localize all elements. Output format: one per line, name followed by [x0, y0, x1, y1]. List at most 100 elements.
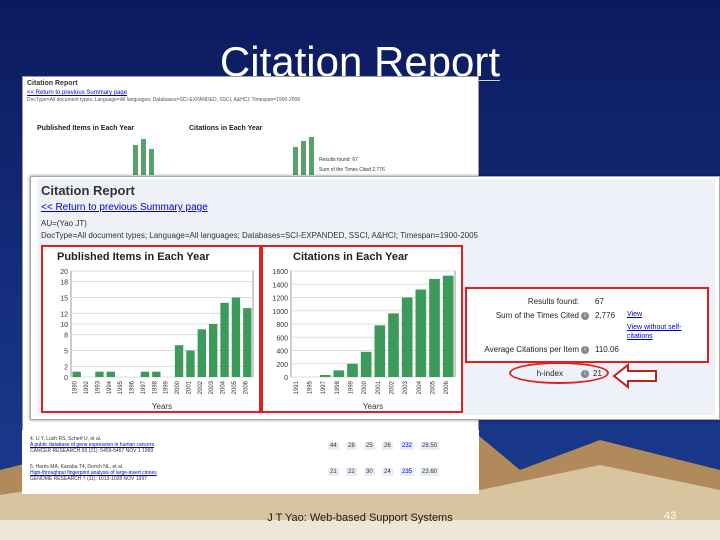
- x-tick-label: 1998: [152, 380, 158, 394]
- bar: [72, 371, 81, 377]
- y-tick-label: 1600: [272, 269, 288, 276]
- y-tick-label: 18: [60, 280, 68, 287]
- published-items-chart: 0 2 5 8 10 12 15 18 20 1990 1992 1993 1994 1995 1996 19…: [60, 269, 254, 411]
- x-tick-label: 2005: [232, 380, 238, 394]
- x-tick-label: 1997: [321, 380, 327, 394]
- info-icon[interactable]: i: [581, 346, 589, 354]
- table-cell: 28: [346, 442, 357, 450]
- x-tick-label: 2006: [444, 380, 450, 394]
- table-cell: 23.60: [420, 468, 440, 476]
- y-tick-label: 2: [64, 364, 68, 371]
- x-tick-label: 2001: [186, 380, 192, 394]
- bg-results-found: Results found: 67: [319, 157, 358, 163]
- published-items-chart-box: Published Items in Each Year 0 2 5 8 10 12 15 1…: [41, 245, 261, 413]
- x-tick-label: 2000: [175, 380, 181, 394]
- citation-stats-panel: Results found: 67 Sum of the Times Cited…: [465, 287, 709, 363]
- bg-report-heading: Citation Report: [27, 80, 78, 87]
- y-tick-label: 800: [276, 322, 288, 329]
- y-tick-label: 8: [64, 333, 68, 340]
- x-tick-label: 2003: [403, 380, 409, 394]
- report-heading: Citation Report: [41, 183, 135, 198]
- x-tick-label: 1999: [349, 380, 355, 394]
- bar: [209, 324, 218, 377]
- y-tick-label: 0: [284, 375, 288, 382]
- bar: [388, 313, 399, 377]
- y-tick-label: 1200: [272, 296, 288, 303]
- bar: [347, 363, 358, 377]
- x-tick-label: 2006: [243, 380, 249, 394]
- x-tick-label: 1992: [84, 380, 90, 394]
- y-tick-label: 12: [60, 311, 68, 318]
- y-tick-label: 1400: [272, 282, 288, 289]
- bar: [106, 371, 115, 377]
- table-cell[interactable]: 235: [400, 468, 415, 476]
- left-arrow-icon: [612, 363, 657, 389]
- bg-citations-title: Citations in Each Year: [189, 125, 263, 132]
- bar: [319, 375, 331, 377]
- x-tick-label: 1990: [73, 380, 79, 394]
- x-tick-label: 2004: [417, 380, 423, 394]
- x-tick-label: 1999: [164, 380, 170, 394]
- sum-times-cited-label: Sum of the Times Cited: [495, 311, 579, 320]
- bar: [152, 371, 161, 377]
- record-list: 4. Li Y, Lush RS, Scherf U, et al. A pub…: [22, 430, 479, 494]
- y-tick-label: 200: [276, 362, 288, 369]
- bar: [174, 345, 184, 377]
- bar: [220, 302, 229, 377]
- results-found-value: 67: [595, 297, 604, 306]
- bg-sum-cited: Sum of the Times Cited 2,776: [319, 167, 385, 173]
- y-tick-label: 20: [60, 269, 68, 276]
- query-line: DocType=All document types; Language=All…: [41, 231, 478, 240]
- view-citing-link[interactable]: View: [627, 311, 642, 318]
- bar: [231, 297, 241, 377]
- table-cell: 44: [328, 442, 339, 450]
- list-item: 5. Harris MA, Kazaba T4, Dorich NL, et a…: [30, 464, 157, 482]
- y-tick-label: 600: [276, 335, 288, 342]
- bar: [186, 350, 195, 377]
- x-tick-label: 2003: [209, 380, 215, 394]
- x-tick-label: 1995: [308, 380, 314, 394]
- view-without-self-citations-link[interactable]: View without self-citations: [627, 323, 707, 341]
- table-cell: 24: [382, 468, 393, 476]
- avg-citations-label: Average Citations per Item: [484, 345, 579, 354]
- bar: [197, 329, 206, 377]
- bar: [140, 371, 150, 377]
- x-tick-label: 2001: [376, 380, 382, 394]
- x-tick-label: 2002: [198, 380, 204, 394]
- slide-footer: J T Yao: Web-based Support Systems: [267, 512, 453, 524]
- y-tick-label: 10: [60, 322, 68, 329]
- bar: [333, 370, 345, 377]
- y-tick-label: 5: [64, 349, 68, 356]
- published-chart-title: Published Items in Each Year: [57, 251, 210, 263]
- x-tick-label: 1994: [107, 380, 113, 394]
- x-tick-label: 1998: [335, 380, 341, 394]
- author-query: AU=(Yao JT): [41, 219, 87, 228]
- bar: [401, 297, 413, 377]
- table-cell: 30: [364, 468, 375, 476]
- y-tick-label: 400: [276, 349, 288, 356]
- sum-times-cited-value: 2,776: [595, 311, 616, 320]
- table-cell: 28.50: [420, 442, 440, 450]
- bar: [415, 289, 427, 377]
- bg-query-line: DocType=All document types; Language=All…: [27, 97, 301, 103]
- table-cell: 21: [328, 468, 339, 476]
- x-tick-label: 1995: [118, 380, 124, 394]
- back-to-summary-link[interactable]: << Return to previous Summary page: [41, 202, 208, 213]
- bg-published-title: Published Items in Each Year: [37, 125, 135, 132]
- table-cell[interactable]: 232: [400, 442, 415, 450]
- x-axis-label: Years: [152, 402, 172, 411]
- info-icon[interactable]: i: [581, 312, 589, 320]
- citations-chart: 0 200 400 600 800 1000 1200 1400 1600 1991 1995 199…: [272, 269, 456, 411]
- y-tick-label: 0: [64, 375, 68, 382]
- table-cell: 26: [382, 442, 393, 450]
- h-index-highlight-oval: [509, 362, 609, 384]
- bar: [95, 371, 104, 377]
- bg-chart-preview: [133, 137, 314, 175]
- y-tick-label: 1000: [272, 309, 288, 316]
- x-tick-label: 1997: [141, 380, 147, 394]
- x-tick-label: 2002: [390, 380, 396, 394]
- y-tick-label: 15: [60, 296, 68, 303]
- x-tick-label: 1996: [130, 380, 136, 394]
- avg-citations-value: 110.06: [595, 345, 619, 354]
- bar: [360, 351, 372, 377]
